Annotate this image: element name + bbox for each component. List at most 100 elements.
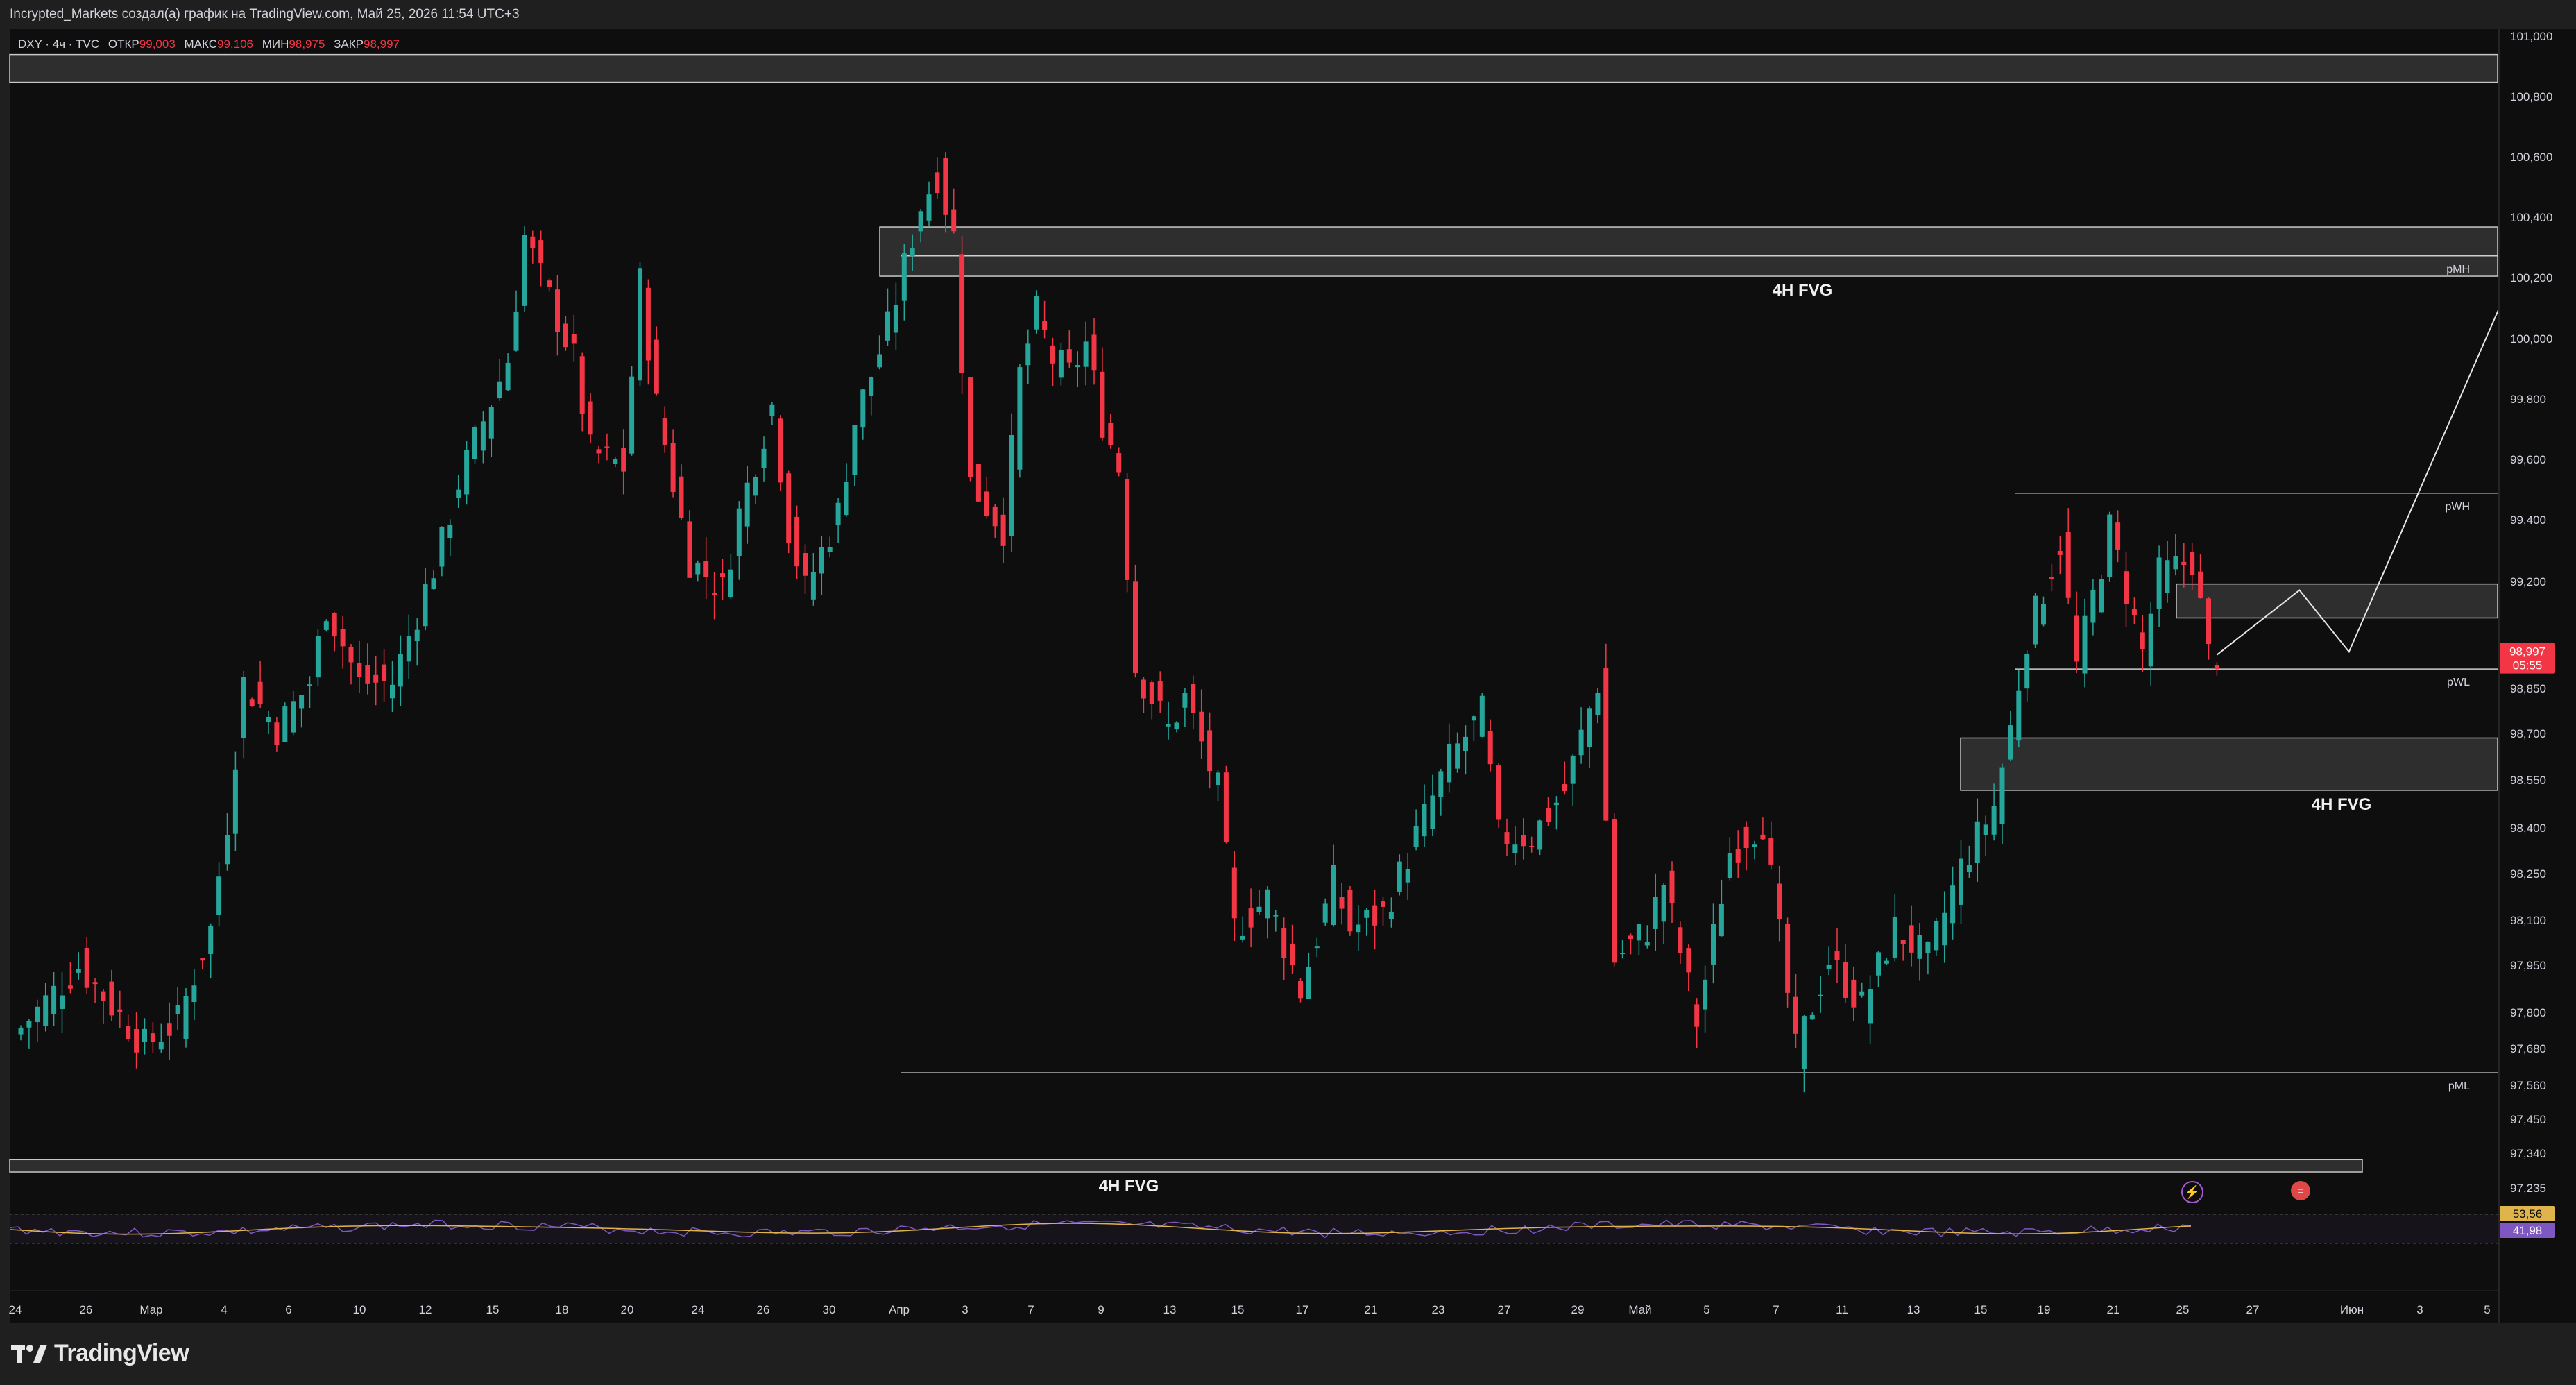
candle-body xyxy=(968,377,973,477)
candle-body xyxy=(101,991,106,1001)
footer: TradingView xyxy=(0,1323,2576,1385)
candle-body xyxy=(191,985,197,1003)
time-tick-label: 18 xyxy=(556,1303,569,1316)
time-tick-label: 26 xyxy=(80,1303,93,1316)
candle-body xyxy=(1843,962,1848,998)
candle-body xyxy=(662,418,667,445)
candle-body xyxy=(1612,819,1617,963)
candle-body xyxy=(827,547,833,552)
price-tick-label: 100,600 xyxy=(2510,151,2552,164)
candle-body xyxy=(1100,371,1105,438)
candle-body xyxy=(109,981,114,1016)
candle-body xyxy=(1265,889,1270,919)
candle-body xyxy=(1075,365,1080,368)
time-tick-label: Апр xyxy=(889,1303,910,1316)
time-tick-label: Июн xyxy=(2340,1303,2364,1316)
chart-svg[interactable]: 4H FVG4H FVG4H FVGpMH100,286pWH99,515pWL… xyxy=(0,0,2576,1323)
candle-body xyxy=(257,681,263,704)
candle-body xyxy=(1216,772,1220,785)
candle-body xyxy=(736,508,742,556)
lightning-icon[interactable]: ⚡ xyxy=(2181,1181,2203,1203)
candle-body xyxy=(1025,343,1031,366)
candle-body xyxy=(456,489,461,498)
candle-body xyxy=(1669,870,1675,904)
candle-body xyxy=(1686,948,1691,973)
last-price-label: 98,997 xyxy=(2509,645,2545,658)
rsi-value-label: 53,56 xyxy=(2513,1207,2543,1221)
candle-body xyxy=(1711,923,1716,965)
candle-body xyxy=(2206,598,2211,644)
candle-body xyxy=(2115,522,2121,550)
candle-body xyxy=(1876,952,1881,976)
zone-label: 4H FVG xyxy=(1773,281,1833,300)
time-tick-label: 7 xyxy=(1027,1303,1034,1316)
candle-body xyxy=(530,236,536,248)
candle-body xyxy=(1603,668,1609,821)
candle-body xyxy=(555,289,560,332)
candle-body xyxy=(439,527,445,567)
price-tick-label: 97,235 xyxy=(2510,1182,2546,1195)
candle-body xyxy=(1809,1014,1815,1020)
candle-body xyxy=(1859,991,1865,996)
time-tick-label: 30 xyxy=(823,1303,836,1316)
candle-body xyxy=(1066,349,1072,363)
candle-body xyxy=(1298,981,1303,999)
candle-body xyxy=(1405,869,1410,883)
candle-body xyxy=(2198,571,2203,598)
candle-body xyxy=(2131,609,2137,615)
candle-body xyxy=(43,995,49,1026)
candle-body xyxy=(1116,453,1122,473)
time-tick-label: 17 xyxy=(1296,1303,1309,1316)
candle-body xyxy=(613,459,618,464)
candle-body xyxy=(1727,853,1732,878)
candle-body xyxy=(84,947,89,988)
candle-body xyxy=(926,194,932,221)
candle-body xyxy=(1314,946,1320,949)
time-tick-label: 3 xyxy=(962,1303,968,1316)
symbol-label[interactable]: DXY · 4ч · TVC xyxy=(18,37,99,51)
candle-body xyxy=(1703,979,1708,1010)
candle-body xyxy=(1884,960,1889,964)
time-tick-label: Мар xyxy=(139,1303,162,1316)
zone-label: 4H FVG xyxy=(1099,1177,1159,1196)
candle-body xyxy=(761,448,767,468)
candle-body xyxy=(769,404,775,416)
candle-body xyxy=(1777,883,1782,919)
candle-body xyxy=(26,1021,32,1028)
candle-body xyxy=(1256,906,1262,912)
candle-body xyxy=(1644,942,1650,946)
candle-body xyxy=(1694,1004,1700,1027)
candle-body xyxy=(1752,844,1757,847)
candle-body xyxy=(1083,341,1089,367)
candle-body xyxy=(18,1028,24,1035)
candle-body xyxy=(1521,835,1526,847)
level-label-pWH: pWH xyxy=(2445,501,2470,513)
open-label: ОТКР xyxy=(108,37,139,51)
level-label-pML: pML xyxy=(2448,1080,2470,1092)
candle-body xyxy=(654,339,659,394)
candle-body xyxy=(1058,350,1064,378)
price-tick-label: 98,400 xyxy=(2510,822,2546,835)
candle-body xyxy=(1760,834,1766,840)
candle-body xyxy=(943,158,948,215)
candle-body xyxy=(291,701,296,733)
candle-body xyxy=(1413,826,1419,847)
candle-body xyxy=(778,418,783,483)
candle-body xyxy=(1628,935,1633,940)
candle-body xyxy=(2214,665,2219,670)
candle-body xyxy=(390,684,395,699)
candle-body xyxy=(1149,682,1154,704)
candle-body xyxy=(2165,560,2170,593)
candle-body xyxy=(2107,514,2113,577)
price-tick-label: 99,200 xyxy=(2510,575,2546,588)
candle-body xyxy=(2049,577,2054,579)
price-tick-label: 98,700 xyxy=(2510,727,2546,740)
candle-body xyxy=(1934,921,1939,951)
time-tick-label: 21 xyxy=(1365,1303,1378,1316)
flag-event-icon[interactable]: ≡ xyxy=(2291,1181,2310,1200)
candle-body xyxy=(1653,897,1658,929)
tradingview-logo[interactable]: TradingView xyxy=(11,1340,189,1367)
candle-body xyxy=(323,621,329,630)
time-tick-label: 27 xyxy=(2246,1303,2260,1316)
candle-body xyxy=(1430,795,1435,829)
